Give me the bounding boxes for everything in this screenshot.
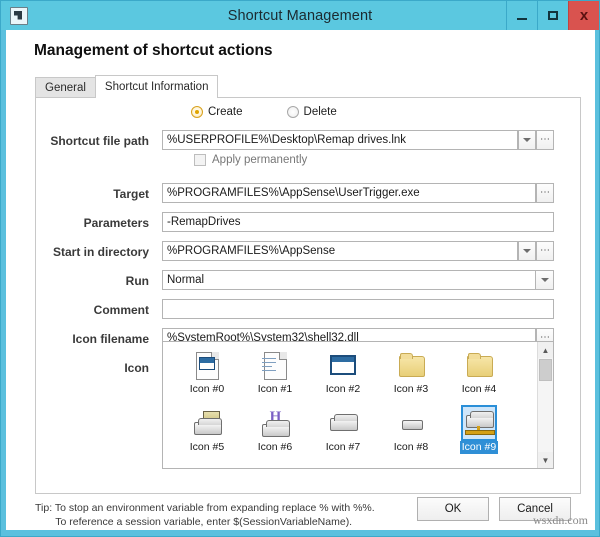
close-button[interactable]: x: [568, 1, 599, 30]
input-parameters[interactable]: -RemapDrives: [162, 212, 554, 232]
tab-shortcut-information[interactable]: Shortcut Information: [95, 75, 219, 98]
icon-list-item[interactable]: Icon #5: [173, 407, 241, 465]
page-title: Management of shortcut actions: [34, 42, 273, 60]
field-comment: Comment: [36, 299, 580, 321]
icon-caption: Icon #7: [324, 441, 362, 454]
radio-create-label: Create: [208, 106, 243, 118]
icon-list-item[interactable]: Icon #0: [173, 349, 241, 407]
icon-caption: Icon #0: [188, 383, 226, 396]
tab-strip: General Shortcut Information: [35, 75, 217, 98]
watermark: wsxdn.com: [533, 513, 588, 528]
icon-list-item[interactable]: H Icon #6: [241, 407, 309, 465]
radio-delete[interactable]: Delete: [287, 106, 337, 118]
shortcut-app-icon: [10, 7, 28, 25]
drive-icon: [327, 407, 359, 439]
minimize-button[interactable]: [506, 1, 537, 30]
icon-grid: Icon #0: [173, 349, 536, 465]
ok-button[interactable]: OK: [417, 497, 489, 521]
window-controls: x: [506, 1, 599, 30]
label-target: Target: [36, 183, 149, 205]
run-dropdown-button[interactable]: [536, 270, 554, 290]
chevron-down-icon: [523, 138, 531, 142]
maximize-icon: [548, 11, 558, 20]
radio-delete-label: Delete: [304, 106, 337, 118]
target-browse-button[interactable]: ⋯: [536, 183, 554, 203]
icon-list-item[interactable]: Icon #4: [445, 349, 513, 407]
input-shortcut-file-path[interactable]: %USERPROFILE%\Desktop\Remap drives.lnk: [162, 130, 518, 150]
maximize-button[interactable]: [537, 1, 568, 30]
close-icon: x: [580, 8, 588, 23]
title-bar: Shortcut Management x: [1, 1, 599, 30]
icon-caption: Icon #1: [256, 383, 294, 396]
label-icon-filename: Icon filename: [36, 328, 149, 350]
radio-create[interactable]: Create: [191, 106, 243, 118]
field-target: Target %PROGRAMFILES%\AppSense\UserTrigg…: [36, 183, 580, 205]
ellipsis-icon: ⋯: [540, 248, 550, 254]
shortcut-management-window: Shortcut Management x Management of shor…: [0, 0, 600, 537]
start-in-directory-browse-button[interactable]: ⋯: [536, 241, 554, 261]
start-in-directory-dropdown-button[interactable]: [518, 241, 536, 261]
checkbox-indicator: [194, 154, 206, 166]
icon-caption: Icon #6: [256, 441, 294, 454]
icon-list[interactable]: Icon #0: [162, 341, 554, 469]
dialog-client-area: Management of shortcut actions General S…: [6, 30, 595, 530]
minimize-icon: [517, 18, 527, 20]
icon-list-item[interactable]: Icon #2: [309, 349, 377, 407]
ellipsis-icon: ⋯: [540, 190, 550, 196]
icon-list-item[interactable]: Icon #8: [377, 407, 445, 465]
shortcut-information-panel: Create Delete Shortcut file path %USERPR…: [35, 97, 581, 494]
select-run[interactable]: Normal: [162, 270, 536, 290]
ellipsis-icon: ⋯: [540, 137, 550, 143]
icon-list-scrollbar[interactable]: ▲ ▼: [537, 342, 553, 468]
scanner-icon: [191, 407, 223, 439]
drive-small-icon: [395, 407, 427, 439]
folder-icon: [395, 349, 427, 381]
icon-caption: Icon #9: [460, 441, 498, 454]
label-run: Run: [36, 270, 149, 292]
icon-caption: Icon #5: [188, 441, 226, 454]
input-start-in-directory[interactable]: %PROGRAMFILES%\AppSense: [162, 241, 518, 261]
input-target[interactable]: %PROGRAMFILES%\AppSense\UserTrigger.exe: [162, 183, 536, 203]
icon-list-item-selected[interactable]: Icon #9: [445, 407, 513, 465]
icon-caption: Icon #3: [392, 383, 430, 396]
icon-caption: Icon #2: [324, 383, 362, 396]
chevron-down-icon: [523, 249, 531, 253]
input-comment[interactable]: [162, 299, 554, 319]
document-window-icon: [191, 349, 223, 381]
icon-list-item[interactable]: Icon #7: [309, 407, 377, 465]
field-shortcut-file-path: Shortcut file path %USERPROFILE%\Desktop…: [36, 130, 580, 152]
icon-list-item[interactable]: Icon #3: [377, 349, 445, 407]
label-icon: Icon: [36, 357, 149, 379]
scroll-down-icon[interactable]: ▼: [538, 452, 553, 468]
hard-drive-h-icon: H: [259, 407, 291, 439]
scroll-up-icon[interactable]: ▲: [538, 342, 553, 358]
field-parameters: Parameters -RemapDrives: [36, 212, 580, 234]
document-text-icon: [259, 349, 291, 381]
network-drive-icon: [463, 407, 495, 439]
label-parameters: Parameters: [36, 212, 149, 234]
apply-permanently-label: Apply permanently: [212, 154, 307, 166]
apply-permanently-checkbox[interactable]: Apply permanently: [194, 154, 307, 166]
tab-general[interactable]: General: [35, 77, 96, 98]
icon-caption: Icon #4: [460, 383, 498, 396]
radio-delete-indicator: [287, 106, 299, 118]
scrollbar-thumb[interactable]: [539, 359, 552, 381]
chevron-down-icon: [541, 278, 549, 282]
shortcut-file-path-dropdown-button[interactable]: [518, 130, 536, 150]
action-radio-group: Create Delete: [191, 106, 337, 118]
radio-create-indicator: [191, 106, 203, 118]
folder-icon: [463, 349, 495, 381]
label-start-in-directory: Start in directory: [36, 241, 149, 263]
field-start-in-directory: Start in directory %PROGRAMFILES%\AppSen…: [36, 241, 580, 263]
window-icon: [327, 349, 359, 381]
label-comment: Comment: [36, 299, 149, 321]
field-run: Run Normal: [36, 270, 580, 292]
icon-list-item[interactable]: Icon #1: [241, 349, 309, 407]
shortcut-file-path-browse-button[interactable]: ⋯: [536, 130, 554, 150]
icon-caption: Icon #8: [392, 441, 430, 454]
tip-text: Tip: To stop an environment variable fro…: [35, 501, 375, 529]
label-shortcut-file-path: Shortcut file path: [36, 130, 149, 152]
